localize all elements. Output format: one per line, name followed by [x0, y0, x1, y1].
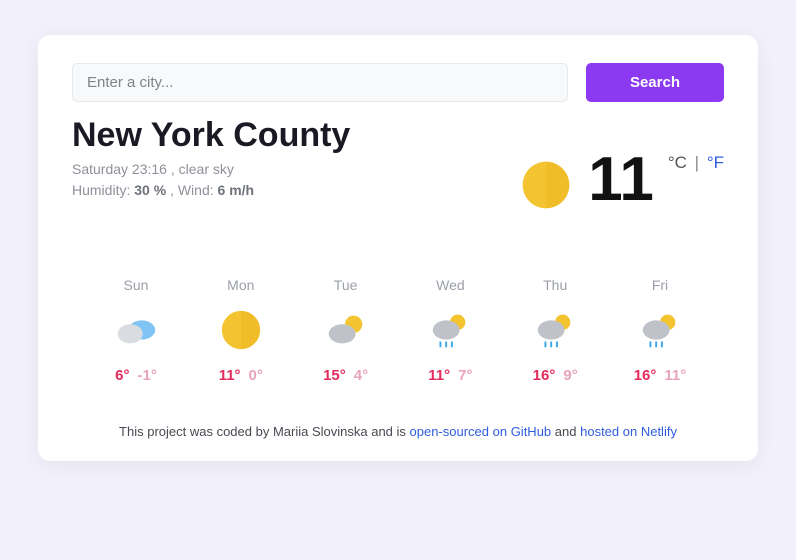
unit-toggle: °C | °F [668, 153, 724, 173]
forecast-day-name: Thu [513, 277, 597, 293]
forecast-row: Sun 6° -1° Mon 11° 0° Tue 15° 4° Wed 11° 7° Thu 16° 9°… [72, 277, 724, 384]
temp-low: 0° [249, 367, 263, 384]
current-temp: 11 [588, 149, 654, 211]
netlify-link[interactable]: hosted on Netlify [580, 424, 677, 439]
footer-text: This project was coded by Mariia Slovins… [119, 424, 409, 439]
temp-high: 16° [634, 367, 657, 384]
forecast-icon [427, 307, 473, 353]
unit-separator: | [695, 153, 699, 172]
temp-low: -1° [138, 367, 157, 384]
forecast-icon [532, 307, 578, 353]
datetime: Saturday 23:16 [72, 161, 167, 177]
search-input[interactable] [72, 63, 568, 102]
forecast-temps: 16° 11° [618, 367, 702, 384]
github-link[interactable]: open-sourced on GitHub [410, 424, 552, 439]
humidity-value: 30 % [134, 182, 166, 198]
fahrenheit-unit[interactable]: °F [707, 153, 724, 172]
temp-low: 11° [664, 367, 686, 384]
forecast-icon [637, 307, 683, 353]
humidity-label: Humidity: [72, 182, 130, 198]
forecast-day: Thu 16° 9° [513, 277, 597, 384]
celsius-unit[interactable]: °C [668, 153, 687, 172]
forecast-day-name: Fri [618, 277, 702, 293]
forecast-temps: 15° 4° [304, 367, 388, 384]
forecast-day-name: Tue [304, 277, 388, 293]
forecast-day-name: Wed [408, 277, 492, 293]
forecast-temps: 11° 7° [408, 367, 492, 384]
temp-high: 15° [323, 367, 346, 384]
forecast-icon [113, 307, 159, 353]
weather-card: Search New York County Saturday 23:16 , … [38, 35, 758, 461]
wind-value: 6 m/h [218, 182, 255, 198]
temp-high: 6° [115, 367, 129, 384]
forecast-day: Wed 11° 7° [408, 277, 492, 384]
forecast-day: Sun 6° -1° [94, 277, 178, 384]
forecast-temps: 6° -1° [94, 367, 178, 384]
temp-high: 11° [428, 367, 450, 384]
wind-label: Wind: [178, 182, 214, 198]
temp-high: 16° [533, 367, 556, 384]
temp-high: 11° [219, 367, 241, 384]
current-temp-block: 11 °C | °F [518, 149, 724, 213]
forecast-day: Mon 11° 0° [199, 277, 283, 384]
forecast-temps: 16° 9° [513, 367, 597, 384]
search-button[interactable]: Search [586, 63, 724, 102]
search-row: Search [72, 63, 724, 102]
forecast-icon [218, 307, 264, 353]
current-weather-row: Saturday 23:16 , clear sky Humidity: 30 … [72, 159, 724, 213]
weather-meta: Saturday 23:16 , clear sky Humidity: 30 … [72, 159, 518, 201]
temp-low: 4° [354, 367, 368, 384]
forecast-day: Fri 16° 11° [618, 277, 702, 384]
temp-low: 9° [563, 367, 577, 384]
forecast-day: Tue 15° 4° [304, 277, 388, 384]
footer: This project was coded by Mariia Slovins… [72, 424, 724, 439]
current-weather-icon [518, 157, 574, 213]
condition: clear sky [179, 161, 234, 177]
forecast-day-name: Sun [94, 277, 178, 293]
forecast-temps: 11° 0° [199, 367, 283, 384]
forecast-day-name: Mon [199, 277, 283, 293]
forecast-icon [323, 307, 369, 353]
temp-low: 7° [458, 367, 472, 384]
